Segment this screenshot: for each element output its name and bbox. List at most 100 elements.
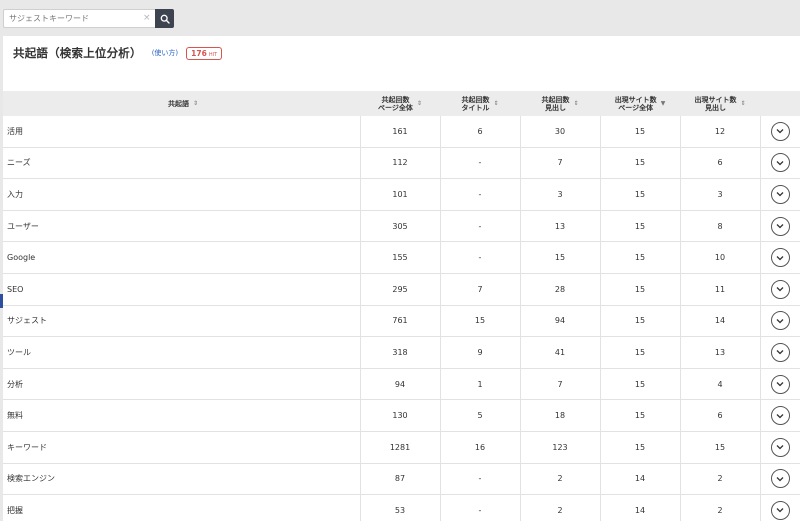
- expand-cell: [760, 400, 800, 431]
- chevron-down-icon: [776, 224, 784, 229]
- table-row: ユーザー 305 - 13 15 8: [3, 210, 800, 243]
- table-row: ツール 318 9 41 15 13: [3, 337, 800, 369]
- table-row: ニーズ 112 - 7 15 6: [3, 147, 800, 180]
- header-heading-count[interactable]: 共起回数 見出し ⇕: [520, 91, 600, 116]
- chevron-down-icon: [776, 255, 784, 261]
- header-sites-page[interactable]: 出現サイト数 ページ全体 ▼: [600, 91, 680, 116]
- sites-heading-cell: 6: [717, 411, 723, 421]
- expand-cell: [760, 274, 800, 305]
- heading-count-cell: 94: [554, 316, 566, 326]
- sort-icon[interactable]: ⇕: [193, 100, 198, 108]
- title-count-cell: 7: [477, 284, 483, 294]
- table-row: 検索エンジン 87 - 2 14 2: [3, 463, 800, 496]
- sites-page-cell: 15: [634, 284, 646, 294]
- cooccur-word-cell: 検索エンジン: [7, 474, 55, 484]
- sort-icon[interactable]: ⇕: [573, 100, 578, 108]
- sort-icon[interactable]: ⇕: [417, 100, 422, 108]
- sites-page-cell: 15: [634, 253, 646, 263]
- sort-icon[interactable]: ⇕: [493, 100, 498, 108]
- heading-count-cell: 18: [554, 411, 566, 421]
- table-row: 活用 161 6 30 15 12: [3, 116, 800, 148]
- expand-button[interactable]: [770, 500, 790, 520]
- title-count-cell: -: [478, 189, 482, 199]
- expand-cell: [760, 464, 800, 495]
- cooccur-word-cell: ユーザー: [7, 221, 39, 231]
- page-count-cell: 155: [392, 253, 408, 263]
- search-button[interactable]: [155, 9, 174, 28]
- title-count-cell: 6: [477, 126, 483, 136]
- header-title-count[interactable]: 共起回数 タイトル ⇕: [440, 91, 520, 116]
- sort-icon[interactable]: ⇕: [740, 100, 745, 108]
- title-count-cell: -: [478, 505, 482, 515]
- howto-link[interactable]: (使い方): [152, 48, 178, 58]
- chevron-down-icon: [776, 508, 784, 513]
- hit-count: 176: [191, 48, 207, 58]
- top-bar: ×: [0, 0, 800, 36]
- expand-button[interactable]: [770, 248, 790, 268]
- expand-button[interactable]: [770, 406, 790, 426]
- expand-cell: [760, 116, 800, 147]
- expand-button[interactable]: [770, 121, 790, 141]
- sort-desc-icon[interactable]: ▼: [661, 100, 666, 108]
- header-page-count[interactable]: 共起回数 ページ全体 ⇕: [360, 91, 440, 116]
- expand-button[interactable]: [770, 469, 790, 489]
- cooccur-word-cell: 分析: [7, 379, 23, 389]
- table-header: 共起語 ⇕ 共起回数 ページ全体 ⇕ 共起回数 タイトル ⇕ 共起回数 見出し ⇕ 出現サイト数…: [3, 91, 800, 116]
- sites-page-cell: 15: [634, 347, 646, 357]
- expand-button[interactable]: [770, 342, 790, 362]
- title-count-cell: 15: [474, 316, 486, 326]
- expand-button[interactable]: [770, 216, 790, 236]
- hit-count-badge: 176 HIT: [186, 46, 223, 60]
- search-box: ×: [3, 9, 174, 28]
- expand-button[interactable]: [770, 311, 790, 331]
- expand-button[interactable]: [770, 153, 790, 173]
- header-cooccur-word[interactable]: 共起語 ⇕: [123, 91, 243, 116]
- table-row: 把握 53 - 2 14 2: [3, 495, 800, 521]
- chevron-down-icon: [776, 287, 784, 292]
- expand-cell: [760, 337, 800, 368]
- heading-count-cell: 41: [554, 347, 566, 357]
- page-count-cell: 94: [394, 379, 406, 389]
- expand-button[interactable]: [770, 374, 790, 394]
- title-count-cell: -: [478, 474, 482, 484]
- sites-heading-cell: 15: [714, 442, 726, 452]
- search-input[interactable]: [3, 9, 155, 28]
- heading-count-cell: 13: [554, 221, 566, 231]
- sites-page-cell: 15: [634, 126, 646, 136]
- sites-heading-cell: 8: [717, 221, 723, 231]
- expand-cell: [760, 148, 800, 179]
- expand-button[interactable]: [770, 437, 790, 457]
- header-label: 共起回数 見出し: [541, 95, 570, 112]
- expand-cell: [760, 242, 800, 273]
- title-count-cell: -: [478, 253, 482, 263]
- table-row: Google 155 - 15 15 10: [3, 242, 800, 274]
- heading-count-cell: 7: [557, 158, 563, 168]
- chevron-down-icon: [776, 129, 784, 134]
- cooccur-word-cell: ニーズ: [7, 158, 31, 168]
- header-label: 共起回数 タイトル: [461, 95, 490, 112]
- heading-count-cell: 28: [554, 284, 566, 294]
- cooccur-word-cell: キーワード: [7, 442, 47, 452]
- page-count-cell: 112: [392, 158, 408, 168]
- heading-count-cell: 7: [557, 379, 563, 389]
- page-count-cell: 761: [392, 316, 408, 326]
- expand-button[interactable]: [770, 279, 790, 299]
- sites-page-cell: 14: [634, 505, 646, 515]
- sites-page-cell: 15: [634, 316, 646, 326]
- sites-page-cell: 15: [634, 411, 646, 421]
- header-sites-heading[interactable]: 出現サイト数 見出し ⇕: [680, 91, 760, 116]
- clear-icon[interactable]: ×: [143, 13, 151, 23]
- page-count-cell: 295: [392, 284, 408, 294]
- chevron-down-icon: [776, 413, 784, 419]
- page-count-cell: 161: [392, 126, 408, 136]
- expand-cell: [760, 495, 800, 521]
- search-icon: [160, 14, 170, 24]
- chevron-down-icon: [776, 476, 784, 482]
- sites-page-cell: 15: [634, 221, 646, 231]
- expand-button[interactable]: [770, 184, 790, 204]
- table-row: 入力 101 - 3 15 3: [3, 179, 800, 211]
- sites-heading-cell: 2: [717, 505, 723, 515]
- sites-heading-cell: 10: [714, 253, 726, 263]
- expand-cell: [760, 306, 800, 337]
- page-title: 共起語（検索上位分析）: [13, 46, 142, 60]
